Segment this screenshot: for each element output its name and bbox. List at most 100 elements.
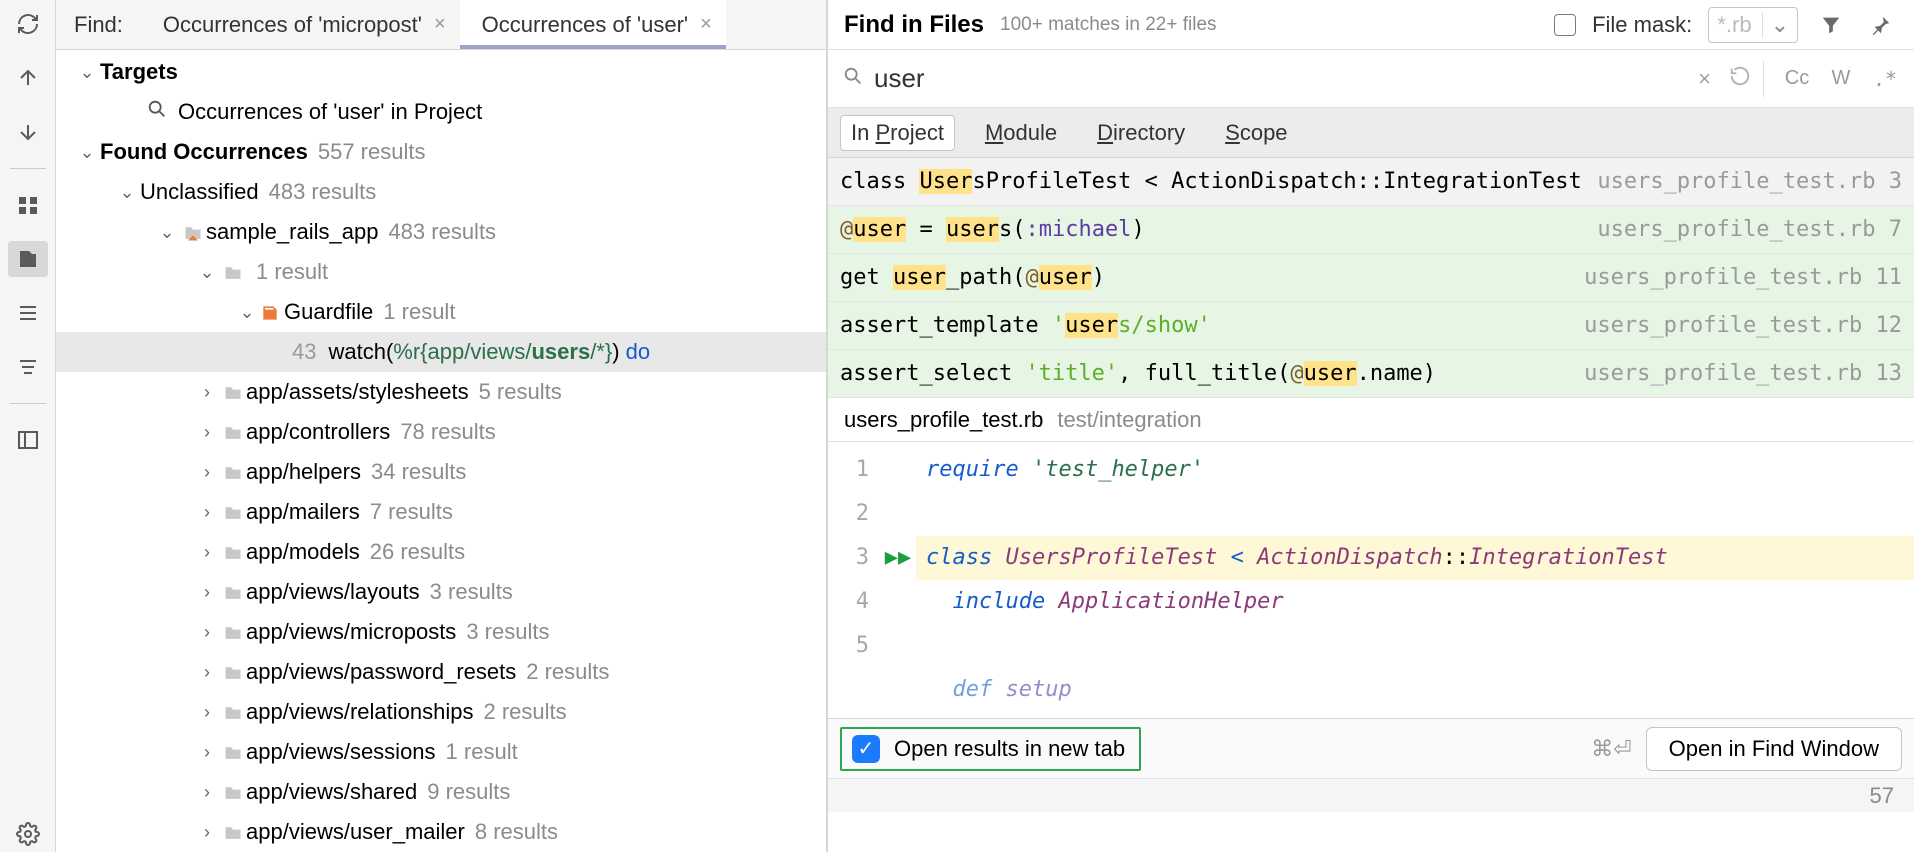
- line-gutter: 12345: [828, 442, 880, 718]
- chevron-right-icon[interactable]: ›: [194, 422, 220, 443]
- code-preview[interactable]: 12345 ▶▶ require 'test_helper' class Use…: [828, 442, 1914, 718]
- chevron-right-icon[interactable]: ›: [194, 702, 220, 723]
- tab-micropost[interactable]: Occurrences of 'micropost' ×: [141, 0, 460, 49]
- tool-window-toolbar: [0, 0, 56, 852]
- scope-in-project[interactable]: In Project: [840, 115, 955, 151]
- next-occurrence-icon[interactable]: [8, 114, 48, 150]
- chevron-down-icon[interactable]: ⌄: [154, 222, 180, 243]
- chevron-right-icon[interactable]: ›: [194, 382, 220, 403]
- refresh-icon[interactable]: [8, 6, 48, 42]
- chevron-right-icon[interactable]: ›: [194, 782, 220, 803]
- whole-word-button[interactable]: W: [1822, 61, 1860, 97]
- folder-icon: [220, 419, 246, 445]
- pin-icon[interactable]: [1864, 8, 1898, 42]
- result-row[interactable]: class UsersProfileTest < ActionDispatch:…: [828, 158, 1914, 206]
- file-mask-field[interactable]: *.rb ⌄: [1708, 7, 1798, 43]
- open-in-new-tab-highlight: ✓ Open results in new tab: [840, 727, 1141, 771]
- tab-user[interactable]: Occurrences of 'user' ×: [460, 0, 726, 49]
- chevron-down-icon[interactable]: ⌄: [234, 302, 260, 323]
- close-icon[interactable]: ×: [434, 13, 446, 36]
- ruby-file-icon: [260, 299, 280, 325]
- folder-node[interactable]: ›app/views/layouts3 results: [56, 572, 826, 612]
- code-lines: require 'test_helper' class UsersProfile…: [916, 442, 1914, 718]
- targets-subnode[interactable]: Occurrences of 'user' in Project: [56, 92, 826, 132]
- settings-icon[interactable]: [8, 816, 48, 852]
- folder-node[interactable]: ›app/views/password_resets2 results: [56, 652, 826, 692]
- chevron-right-icon[interactable]: ›: [194, 462, 220, 483]
- file-structure-icon[interactable]: [8, 241, 48, 277]
- match-line[interactable]: 43 watch(%r{app/views/users/*}) do: [56, 332, 826, 372]
- open-in-find-window-button[interactable]: Open in Find Window: [1646, 727, 1902, 771]
- unclassified-node[interactable]: ⌄ Unclassified 483 results: [56, 172, 826, 212]
- open-in-new-tab-checkbox[interactable]: ✓: [852, 735, 880, 763]
- find-label: Find:: [56, 12, 141, 38]
- chevron-down-icon[interactable]: ⌄: [1762, 12, 1789, 38]
- folder-node[interactable]: ›app/views/user_mailer8 results: [56, 812, 826, 852]
- found-occurrences-node[interactable]: ⌄ Found Occurrences 557 results: [56, 132, 826, 172]
- folder-node[interactable]: ›app/views/sessions1 result: [56, 732, 826, 772]
- folder-icon: [220, 819, 246, 845]
- scope-module[interactable]: Module: [975, 116, 1067, 150]
- folder-node[interactable]: ›app/views/microposts3 results: [56, 612, 826, 652]
- folder-icon: [220, 459, 246, 485]
- file-mask-checkbox[interactable]: [1554, 14, 1576, 36]
- open-in-new-tab-label: Open results in new tab: [894, 736, 1125, 762]
- chevron-right-icon[interactable]: ›: [194, 742, 220, 763]
- chevron-right-icon[interactable]: ›: [194, 582, 220, 603]
- folder-node[interactable]: ›app/helpers34 results: [56, 452, 826, 492]
- chevron-down-icon[interactable]: ⌄: [74, 142, 100, 163]
- chevron-down-icon[interactable]: ⌄: [74, 62, 100, 83]
- chevron-down-icon[interactable]: ⌄: [194, 262, 220, 283]
- group-by-icon[interactable]: [8, 187, 48, 223]
- filter-icon[interactable]: [1814, 8, 1848, 42]
- dialog-bottom-bar: ✓ Open results in new tab ⌘⏎ Open in Fin…: [828, 718, 1914, 778]
- folder-icon: [220, 499, 246, 525]
- chevron-right-icon[interactable]: ›: [194, 622, 220, 643]
- scope-directory[interactable]: Directory: [1087, 116, 1195, 150]
- run-gutter-icon[interactable]: ▶▶: [880, 536, 916, 580]
- folder-node[interactable]: ›app/views/relationships2 results: [56, 692, 826, 732]
- match-case-button[interactable]: Cc: [1778, 61, 1816, 97]
- results-list[interactable]: class UsersProfileTest < ActionDispatch:…: [828, 158, 1914, 398]
- chevron-right-icon[interactable]: ›: [194, 542, 220, 563]
- folder-node[interactable]: ›app/assets/stylesheets5 results: [56, 372, 826, 412]
- result-row[interactable]: assert_select 'title', full_title(@user.…: [828, 350, 1914, 398]
- folder-node[interactable]: ›app/views/shared9 results: [56, 772, 826, 812]
- find-in-files-dialog: Find in Files 100+ matches in 22+ files …: [827, 0, 1914, 852]
- keyboard-hint: ⌘⏎: [1591, 736, 1631, 762]
- result-row[interactable]: @user = users(:michael) users_profile_te…: [828, 206, 1914, 254]
- preview-path: test/integration: [1057, 407, 1201, 433]
- guardfile-node[interactable]: ⌄ Guardfile 1 result: [56, 292, 826, 332]
- search-icon: [146, 98, 168, 126]
- chevron-down-icon[interactable]: ⌄: [114, 182, 140, 203]
- history-icon[interactable]: [1723, 65, 1757, 93]
- chevron-right-icon[interactable]: ›: [194, 502, 220, 523]
- close-icon[interactable]: ×: [700, 13, 712, 36]
- clear-icon[interactable]: ×: [1692, 66, 1717, 92]
- chevron-right-icon[interactable]: ›: [194, 822, 220, 843]
- root-folder-node[interactable]: ⌄ 1 result: [56, 252, 826, 292]
- result-row[interactable]: assert_template 'users/show' users_profi…: [828, 302, 1914, 350]
- collapse-all-icon[interactable]: [8, 349, 48, 385]
- result-row[interactable]: get user_path(@user) users_profile_test.…: [828, 254, 1914, 302]
- chevron-right-icon[interactable]: ›: [194, 662, 220, 683]
- regex-button[interactable]: .*: [1866, 61, 1904, 97]
- search-input[interactable]: [874, 63, 1686, 94]
- folder-node[interactable]: ›app/mailers7 results: [56, 492, 826, 532]
- scope-scope[interactable]: Scope: [1215, 116, 1297, 150]
- folder-node[interactable]: ›app/controllers78 results: [56, 412, 826, 452]
- fif-title: Find in Files: [844, 11, 984, 39]
- folder-icon: [220, 379, 246, 405]
- folder-icon: [220, 739, 246, 765]
- results-tree[interactable]: ⌄ Targets Occurrences of 'user' in Proje…: [56, 50, 826, 852]
- preview-toggle-icon[interactable]: [8, 422, 48, 458]
- preview-file-header: users_profile_test.rb test/integration: [828, 398, 1914, 442]
- folder-icon: [220, 579, 246, 605]
- fif-summary: 100+ matches in 22+ files: [1000, 14, 1217, 36]
- project-node[interactable]: ⌄ sample_rails_app 483 results: [56, 212, 826, 252]
- folder-icon: [220, 539, 246, 565]
- folder-node[interactable]: ›app/models26 results: [56, 532, 826, 572]
- expand-all-icon[interactable]: [8, 295, 48, 331]
- prev-occurrence-icon[interactable]: [8, 60, 48, 96]
- targets-node[interactable]: ⌄ Targets: [56, 52, 826, 92]
